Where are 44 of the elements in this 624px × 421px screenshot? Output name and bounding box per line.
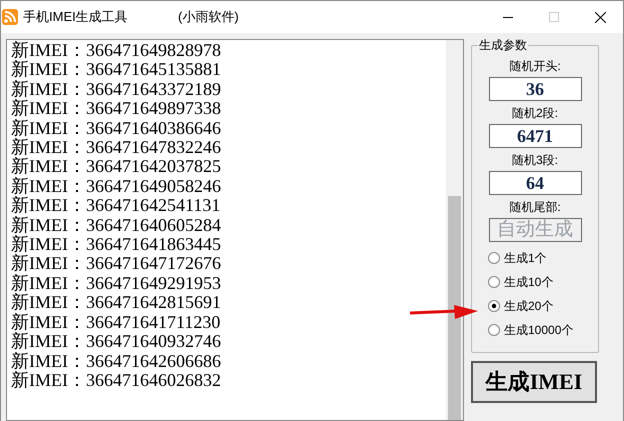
close-icon — [594, 12, 606, 22]
window-title: 手机IMEI生成工具 — [23, 8, 129, 26]
pointer-arrow — [410, 304, 478, 320]
maximize-icon — [549, 12, 559, 22]
imei-line: 新IMEI：366471641711230 — [11, 312, 220, 332]
imei-line: 新IMEI：366471645135881 — [11, 60, 221, 80]
imei-line: 新IMEI：366471642541131 — [11, 196, 220, 216]
field-label: 随机2段: — [512, 105, 558, 121]
radio-option[interactable]: 生成10000个 — [488, 322, 574, 338]
imei-line: 新IMEI：366471647832246 — [11, 138, 221, 158]
window-subtitle: (小雨软件) — [178, 8, 239, 26]
field-label: 随机3段: — [512, 152, 558, 168]
generate-button[interactable]: 生成IMEI — [471, 361, 597, 403]
output-text-area[interactable] — [6, 39, 464, 421]
imei-line: 新IMEI：366471640605284 — [11, 216, 221, 235]
radio-button[interactable] — [488, 276, 500, 288]
imei-line: 新IMEI：366471642606686 — [11, 352, 221, 370]
radio-option[interactable]: 生成1个 — [488, 250, 574, 266]
scrollbar[interactable] — [446, 40, 463, 420]
radio-button[interactable] — [488, 300, 500, 312]
minimize-icon — [503, 16, 513, 18]
imei-line: 新IMEI：366471641863445 — [11, 235, 221, 254]
imei-line: 新IMEI：366471649897338 — [11, 99, 221, 118]
imei-line: 新IMEI：366471649828978 — [11, 41, 221, 60]
imei-line: 新IMEI：366471640932746 — [11, 332, 221, 352]
field-label: 随机开头: — [509, 58, 561, 74]
imei-line: 新IMEI：366471646026832 — [11, 370, 221, 390]
radio-option[interactable]: 生成10个 — [488, 274, 574, 290]
imei-line: 新IMEI：366471647172676 — [11, 254, 221, 274]
value-field[interactable]: 6471 — [488, 124, 582, 148]
imei-line: 新IMEI：366471640386646 — [11, 118, 221, 138]
radio-button[interactable] — [488, 252, 500, 264]
value-field[interactable]: 36 — [488, 77, 582, 101]
imei-line: 新IMEI：366471642815691 — [11, 293, 221, 312]
value-field[interactable]: 64 — [488, 171, 582, 195]
imei-line: 新IMEI：366471649058246 — [11, 176, 221, 196]
group-title: 生成参数 — [478, 38, 528, 52]
radio-option[interactable]: 生成20个 — [488, 298, 574, 314]
imei-line: 新IMEI：366471649291953 — [11, 274, 221, 293]
radio-button[interactable] — [488, 324, 500, 336]
field-label: 随机尾部: — [509, 199, 561, 215]
imei-line: 新IMEI：366471642037825 — [11, 157, 221, 176]
imei-line: 新IMEI：366471643372189 — [11, 80, 221, 99]
scrollbar-thumb[interactable] — [448, 196, 461, 420]
